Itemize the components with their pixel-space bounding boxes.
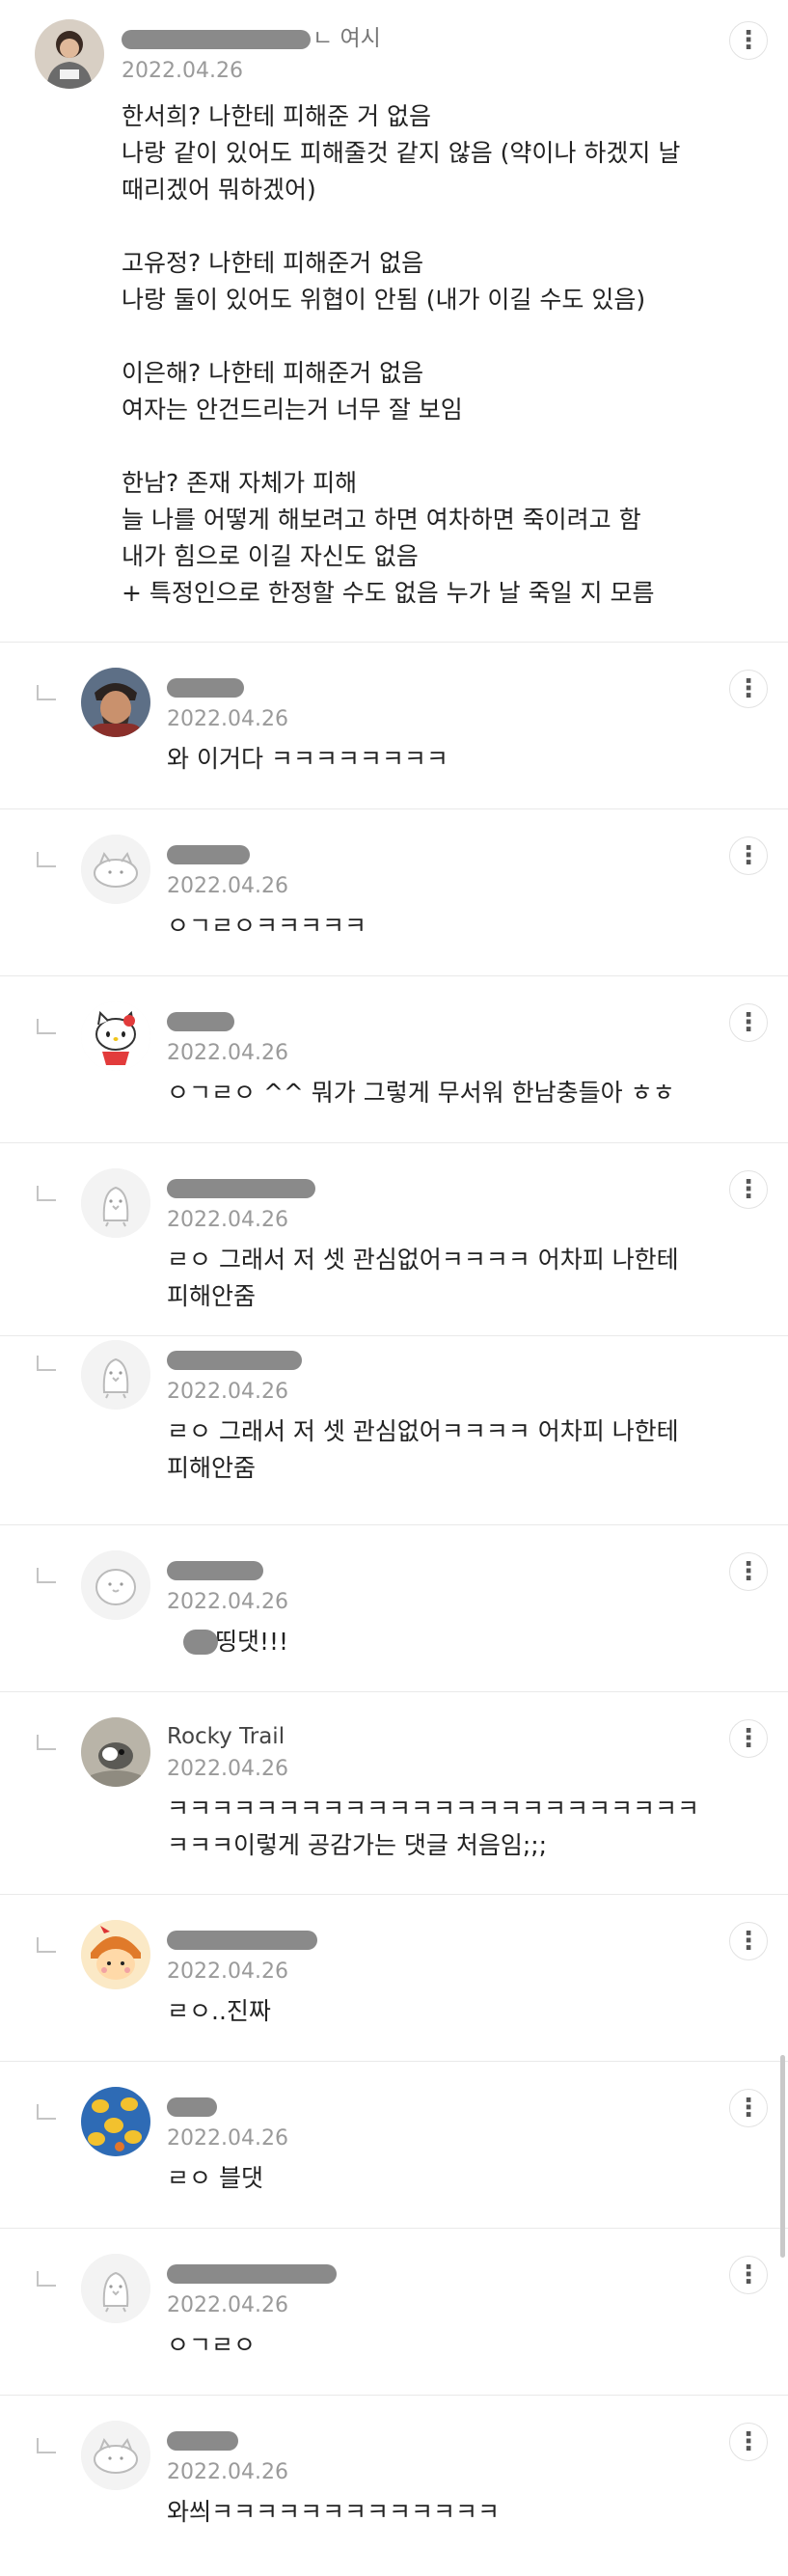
penguin-default-avatar[interactable] bbox=[81, 1340, 150, 1410]
reply-indent-icon bbox=[37, 2104, 56, 2120]
author-name[interactable] bbox=[167, 673, 246, 700]
author-name[interactable] bbox=[167, 1007, 236, 1034]
reply-indent-icon bbox=[37, 2438, 56, 2453]
scrollbar[interactable] bbox=[780, 2055, 785, 2258]
reply-indent-icon bbox=[37, 1186, 56, 1201]
comment-page: ㄴ 여시 2022.04.26 ⋮ 한서희? 나한테 피해준 거 없음 나랑 같… bbox=[0, 0, 788, 2576]
more-options-button[interactable]: ⋮ bbox=[729, 1170, 768, 1209]
author-name[interactable]: ㄴ 여시 bbox=[122, 25, 381, 52]
more-options-button[interactable]: ⋮ bbox=[729, 1552, 768, 1591]
comment-item: ㄴ 여시 2022.04.26 ⋮ 한서희? 나한테 피해준 거 없음 나랑 같… bbox=[0, 0, 788, 643]
redaction-mark bbox=[183, 1630, 218, 1655]
comment-text: ㄹㅇ 그래서 저 셋 관심없어ㅋㅋㅋㅋ 어차피 나한테 피해안줌 bbox=[167, 1417, 679, 1482]
reply-indent-icon bbox=[37, 2271, 56, 2287]
comment-text: ㄹㅇ..진짜 bbox=[167, 1997, 271, 2025]
comment-date: 2022.04.26 bbox=[167, 874, 288, 898]
comment-date: 2022.04.26 bbox=[167, 1208, 288, 1232]
author-name[interactable] bbox=[167, 1174, 317, 1201]
comment-text: 와씌ㅋㅋㅋㅋㅋㅋㅋㅋㅋㅋㅋㅋㅋ bbox=[167, 2498, 501, 2526]
reply-item: 2022.04.26 ⋮ ㅇㄱㄹㅇ bbox=[0, 2229, 788, 2396]
comment-text: ㄹㅇ 블댓 bbox=[167, 2164, 263, 2192]
comment-date: 2022.04.26 bbox=[167, 1590, 288, 1614]
reply-indent-icon bbox=[37, 1019, 56, 1034]
reply-indent-icon bbox=[37, 1735, 56, 1750]
author-name[interactable] bbox=[167, 1556, 265, 1583]
comment-date: 2022.04.26 bbox=[167, 1380, 288, 1404]
author-name[interactable] bbox=[167, 2426, 240, 2453]
comment-date: 2022.04.26 bbox=[167, 1959, 288, 1984]
more-options-button[interactable]: ⋮ bbox=[729, 2089, 768, 2127]
reply-indent-icon bbox=[37, 1937, 56, 1953]
comment-date: 2022.04.26 bbox=[167, 1041, 288, 1065]
more-options-button[interactable]: ⋮ bbox=[729, 670, 768, 708]
reply-indent-icon bbox=[37, 1568, 56, 1583]
more-options-button[interactable]: ⋮ bbox=[729, 2423, 768, 2461]
author-name[interactable] bbox=[167, 1346, 304, 1373]
more-options-button[interactable]: ⋮ bbox=[729, 1719, 768, 1758]
more-options-button[interactable]: ⋮ bbox=[729, 2256, 768, 2294]
man-photo-avatar[interactable] bbox=[81, 668, 150, 737]
reply-item: 2022.04.26 ⋮ ㄹㅇ 그래서 저 셋 관심없어ㅋㅋㅋㅋ 어차피 나한테… bbox=[0, 1143, 788, 1336]
more-options-button[interactable]: ⋮ bbox=[729, 1003, 768, 1042]
reply-item: 2022.04.26 ㄹㅇ 그래서 저 셋 관심없어ㅋㅋㅋㅋ 어차피 나한테 피… bbox=[0, 1336, 788, 1525]
reply-indent-icon bbox=[37, 852, 56, 867]
author-name[interactable] bbox=[167, 840, 252, 867]
reply-item: 2022.04.26 ⋮ ㄹㅇ 블댓 bbox=[0, 2062, 788, 2229]
penguin-default-avatar[interactable] bbox=[81, 2254, 150, 2323]
reply-item: Rocky Trail 2022.04.26 ⋮ ㅋㅋㅋㅋㅋㅋㅋㅋㅋㅋㅋㅋㅋㅋㅋ… bbox=[0, 1692, 788, 1895]
comment-date: 2022.04.26 bbox=[167, 2460, 288, 2484]
more-options-button[interactable]: ⋮ bbox=[729, 1922, 768, 1960]
reply-item: 2022.04.26 ⋮ 띵댓!!! bbox=[0, 1525, 788, 1692]
hello-kitty-avatar[interactable] bbox=[81, 1001, 150, 1071]
comment-text: ㄹㅇ 그래서 저 셋 관심없어ㅋㅋㅋㅋ 어차피 나한테 피해안줌 bbox=[167, 1246, 679, 1310]
more-options-button[interactable]: ⋮ bbox=[729, 21, 768, 60]
penguin-default-avatar[interactable] bbox=[81, 1168, 150, 1238]
comment-text: ㅋㅋㅋㅋㅋㅋㅋㅋㅋㅋㅋㅋㅋㅋㅋㅋㅋㅋㅋㅋㅋㅋㅋㅋ ㅋㅋㅋ이렇게 공감가는 댓글 … bbox=[167, 1795, 700, 1859]
author-name[interactable] bbox=[167, 1926, 319, 1953]
reply-item: 2022.04.26 ⋮ 와 이거다 ㅋㅋㅋㅋㅋㅋㅋㅋ bbox=[0, 643, 788, 809]
author-name[interactable] bbox=[167, 2093, 219, 2120]
comment-text: 한서희? 나한테 피해준 거 없음 나랑 같이 있어도 피해줄것 같지 않음 (… bbox=[122, 102, 681, 607]
reply-item: 2022.04.26 ⋮ ㅇㄱㄹㅇ ^^ 뭐가 그렇게 무서워 한남충들아 ㅎㅎ bbox=[0, 976, 788, 1143]
seal-default-avatar[interactable] bbox=[81, 1550, 150, 1620]
reply-indent-icon bbox=[37, 1356, 56, 1371]
comment-text: ㅇㄱㄹㅇㅋㅋㅋㅋㅋ bbox=[167, 912, 367, 940]
more-options-button[interactable]: ⋮ bbox=[729, 836, 768, 875]
comment-text: 와 이거다 ㅋㅋㅋㅋㅋㅋㅋㅋ bbox=[167, 745, 448, 773]
cat-default-avatar[interactable] bbox=[81, 2421, 150, 2490]
author-name[interactable]: Rocky Trail bbox=[167, 1723, 285, 1750]
comment-date: 2022.04.26 bbox=[122, 59, 243, 83]
reply-indent-icon bbox=[37, 685, 56, 700]
duck-pattern-avatar[interactable] bbox=[81, 2087, 150, 2156]
reply-item: 2022.04.26 ⋮ ㅇㄱㄹㅇㅋㅋㅋㅋㅋ bbox=[0, 809, 788, 976]
author-name[interactable] bbox=[167, 2260, 339, 2287]
comment-date: 2022.04.26 bbox=[167, 1757, 288, 1781]
dog-photo-avatar[interactable] bbox=[81, 1717, 150, 1787]
cat-default-avatar[interactable] bbox=[81, 835, 150, 904]
comment-date: 2022.04.26 bbox=[167, 707, 288, 731]
comment-text: ㅇㄱㄹㅇ ^^ 뭐가 그렇게 무서워 한남충들아 ㅎㅎ bbox=[167, 1079, 675, 1107]
comment-date: 2022.04.26 bbox=[167, 2126, 288, 2151]
comment-text: ㅇㄱㄹㅇ bbox=[167, 2331, 257, 2359]
comment-date: 2022.04.26 bbox=[167, 2293, 288, 2317]
reply-item: 2022.04.26 ⋮ 와씌ㅋㅋㅋㅋㅋㅋㅋㅋㅋㅋㅋㅋㅋ bbox=[0, 2396, 788, 2565]
character-avatar[interactable] bbox=[81, 1920, 150, 1989]
reply-item: 2022.04.26 ⋮ ㄹㅇ..진짜 bbox=[0, 1895, 788, 2062]
user-photo-avatar[interactable] bbox=[35, 19, 104, 89]
